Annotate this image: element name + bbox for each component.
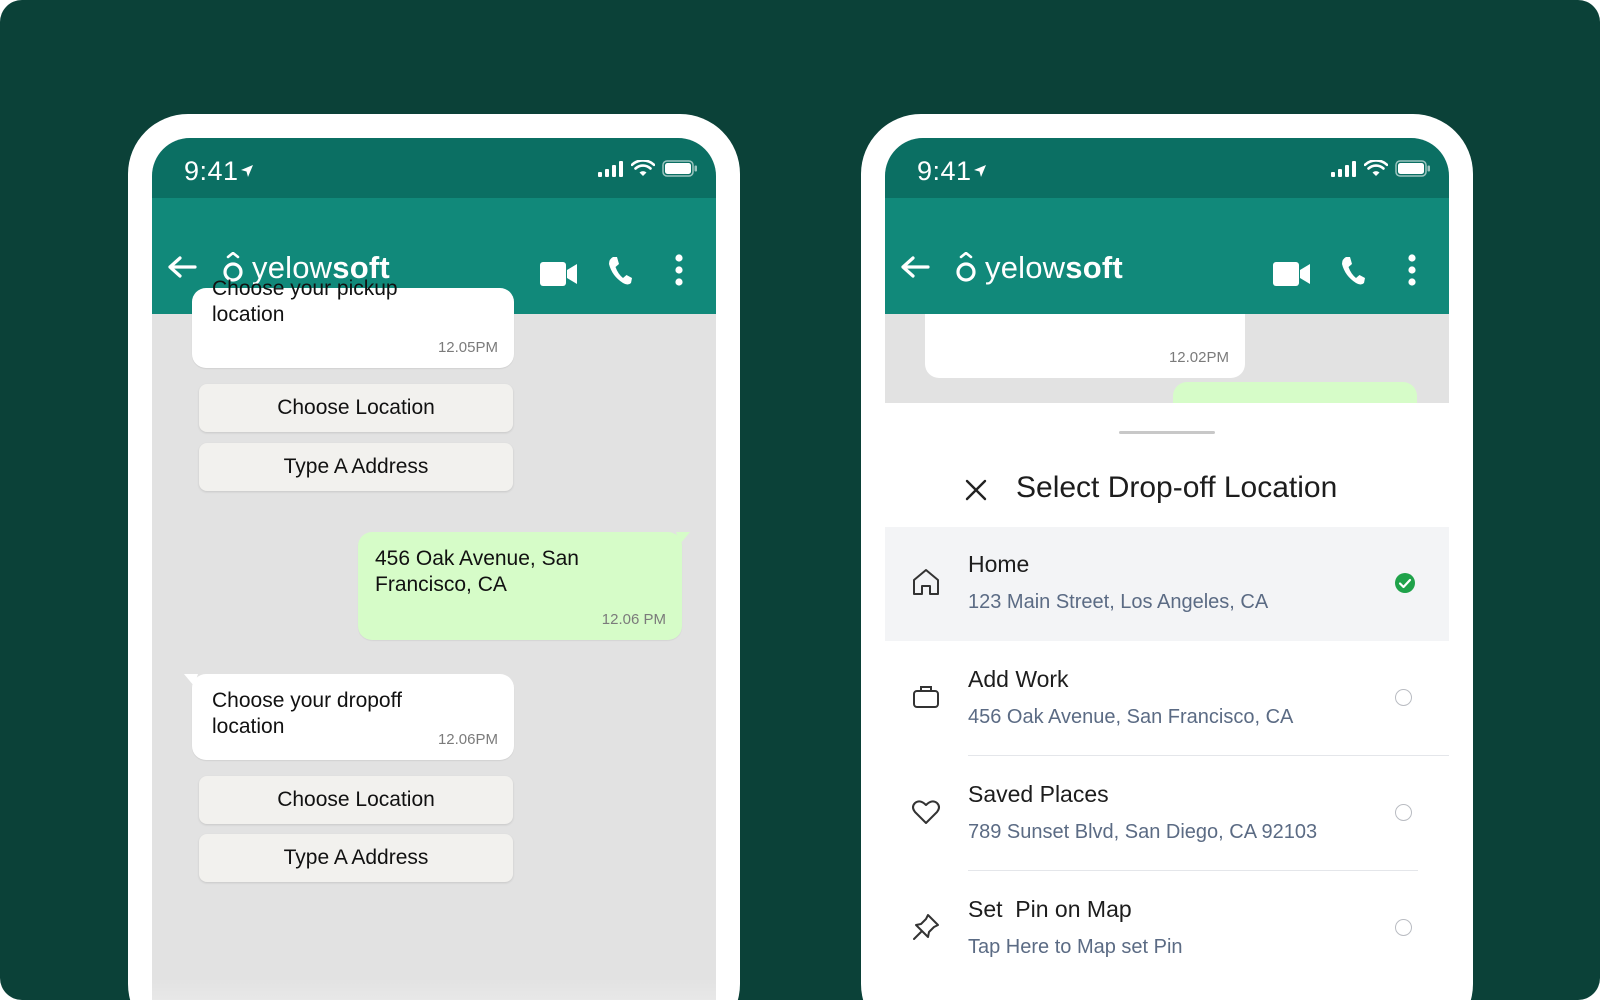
brand-name: yelowsoft [985,250,1123,285]
status-icons [598,160,698,177]
location-option-saved-places[interactable]: Saved Places 789 Sunset Blvd, San Diego,… [885,757,1449,871]
status-bar: 9:41 [885,138,1449,198]
message-timestamp: 12.02PM [1168,349,1229,366]
location-option-home[interactable]: Home 123 Main Street, Los Angeles, CA [885,527,1449,641]
dropoff-message-line2: location [212,715,285,738]
chat-screen: 9:41 yelowsoft Choose your pickup locati… [152,138,716,1000]
page-background: 9:41 yelowsoft Choose your pickup locati… [0,0,1600,1000]
location-arrow-icon [240,165,253,177]
pin-icon [913,914,939,940]
phone-call-icon[interactable] [1341,256,1365,286]
sent-message-line2: Francisco, CA [375,573,507,596]
location-address: 123 Main Street, Los Angeles, CA [968,591,1269,613]
pickup-message-line2: location [212,303,285,326]
status-time: 9:41 [917,156,987,187]
battery-icon [662,160,697,177]
sheet-title: Select Drop-off Location [1016,471,1338,504]
wifi-icon [1364,160,1388,176]
phone-frame-left: 9:41 yelowsoft Choose your pickup locati… [128,114,740,1000]
signal-icon [1331,160,1356,177]
back-arrow-icon[interactable] [166,255,198,279]
location-name: Add Work [968,666,1069,692]
sent-message-bubble: 456 Oak Avenue, San Francisco, CA 12.06 … [358,532,682,640]
bottom-fade [152,978,716,1000]
divider [968,755,1449,756]
pickup-message-line1: Choose your pickup [212,277,398,300]
briefcase-icon [913,686,939,708]
phone-call-icon[interactable] [608,256,632,286]
pickup-message-bubble: Choose your pickup location 12.05PM [192,277,514,368]
dropoff-message-line1: Choose your dropoff [212,689,402,712]
location-arrow-icon [973,165,986,177]
phone-frame-right: 9:41 yelowsoft 12.02PM Select Drop-off L… [861,114,1473,1000]
location-address: Tap Here to Map set Pin [968,936,1183,958]
message-timestamp: 12.06PM [437,731,498,748]
previous-message-bubble: 12.02PM [925,314,1245,378]
home-icon [913,569,939,595]
close-icon[interactable] [965,479,987,501]
heart-icon [912,800,940,824]
type-address-button[interactable]: Type A Address [199,443,513,491]
bottom-fade [885,978,1449,1000]
choose-location-button[interactable]: Choose Location [199,776,513,824]
location-address: 789 Sunset Blvd, San Diego, CA 92103 [968,821,1318,843]
location-address: 456 Oak Avenue, San Francisco, CA [968,706,1294,728]
choose-location-button[interactable]: Choose Location [199,384,513,432]
location-picker-screen: 9:41 yelowsoft 12.02PM Select Drop-off L… [885,138,1449,1000]
radio-button[interactable] [1395,804,1412,821]
dropoff-message-bubble: Choose your dropoff location 12.06PM [192,674,514,760]
message-timestamp: 12.06 PM [601,611,666,628]
bubble-tail [184,674,198,686]
location-name: Set Pin on Map [968,896,1132,922]
brand-logo: yelowsoft [955,250,1123,286]
status-time: 9:41 [184,156,254,187]
status-icons [1331,160,1431,177]
location-option-work[interactable]: Add Work 456 Oak Avenue, San Francisco, … [885,642,1449,756]
selected-check-icon[interactable] [1394,572,1416,594]
message-timestamp: 12.05PM [437,339,498,356]
more-options-icon[interactable] [674,254,684,286]
radio-button[interactable] [1395,689,1412,706]
type-address-button[interactable]: Type A Address [199,834,513,882]
video-call-icon[interactable] [540,261,578,287]
dropoff-location-sheet: Select Drop-off Location Home 123 Main S… [885,403,1449,1000]
radio-button[interactable] [1395,919,1412,936]
status-bar: 9:41 [152,138,716,198]
logo-mark-icon [956,252,976,282]
sheet-drag-handle[interactable] [1119,431,1215,434]
previous-sent-bubble [1173,382,1417,404]
location-name: Home [968,551,1030,577]
signal-icon [598,160,623,177]
location-option-pin-on-map[interactable]: Set Pin on Map Tap Here to Map set Pin [885,872,1449,986]
chat-header: yelowsoft [885,198,1449,314]
battery-icon [1395,160,1430,177]
bubble-tail [676,532,690,544]
divider [968,870,1418,871]
wifi-icon [631,160,655,176]
location-name: Saved Places [968,781,1109,807]
sent-message-line1: 456 Oak Avenue, San [375,547,579,570]
back-arrow-icon[interactable] [899,255,931,279]
video-call-icon[interactable] [1273,261,1311,287]
more-options-icon[interactable] [1407,254,1417,286]
